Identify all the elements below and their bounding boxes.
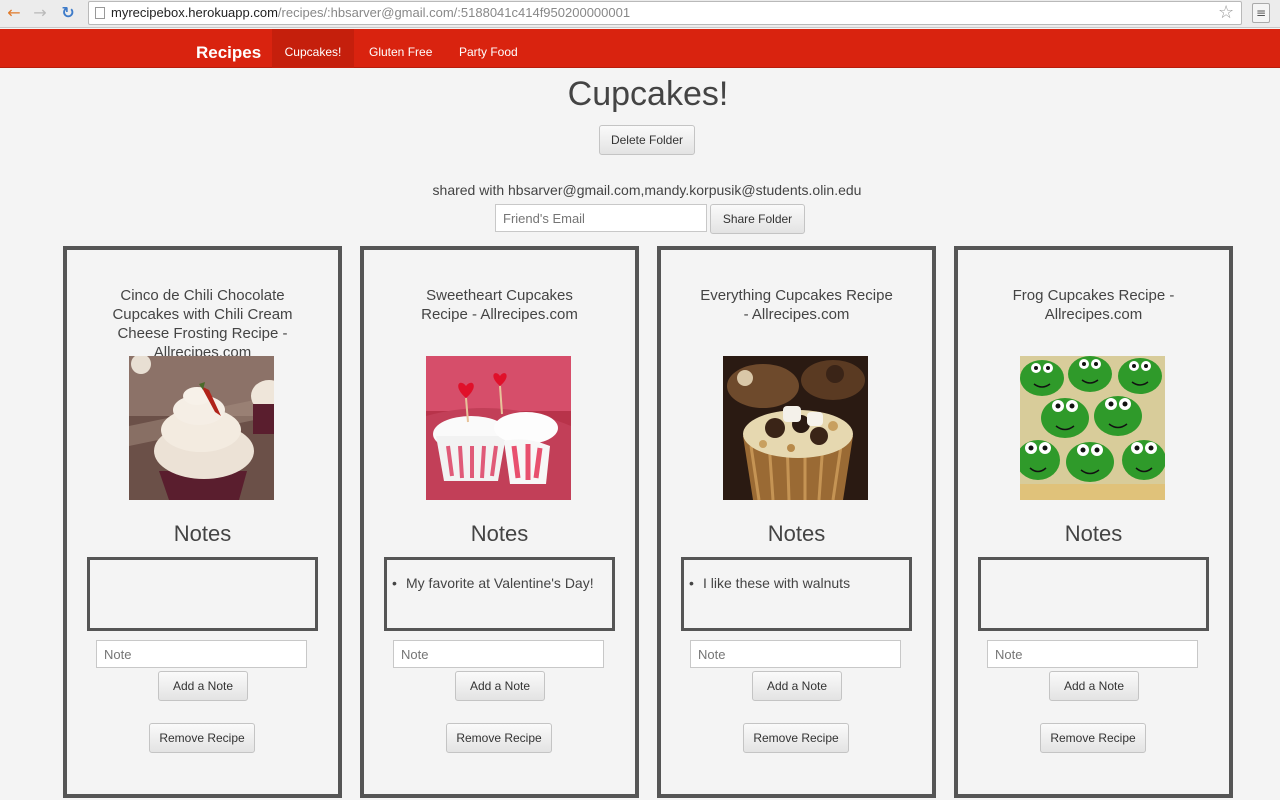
delete-folder-button[interactable]: Delete Folder <box>599 125 695 155</box>
recipe-card: Frog Cupcakes Recipe - Allrecipes.com No… <box>954 246 1233 798</box>
note-input[interactable] <box>690 640 901 668</box>
bullet-icon: • <box>392 575 397 591</box>
page-title: Cupcakes! <box>567 75 729 113</box>
friend-email-input[interactable] <box>495 204 707 232</box>
add-note-button[interactable]: Add a Note <box>158 671 248 701</box>
add-note-button[interactable]: Add a Note <box>1049 671 1139 701</box>
recipe-title[interactable]: Frog Cupcakes Recipe - Allrecipes.com <box>958 286 1229 324</box>
notes-heading: Notes <box>470 521 529 546</box>
recipe-title[interactable]: Everything Cupcakes Recipe - Allrecipes.… <box>661 286 932 324</box>
note-item: • My favorite at Valentine's Day! <box>392 572 607 595</box>
nav-item-gluten-free[interactable]: Gluten Free <box>369 29 432 68</box>
url-path: /recipes/:hbsarver@gmail.com/:5188041c41… <box>277 5 631 20</box>
remove-recipe-button[interactable]: Remove Recipe <box>149 723 255 753</box>
notes-heading: Notes <box>1064 521 1123 546</box>
recipe-card: Cinco de Chili Chocolate Cupcakes with C… <box>63 246 342 798</box>
note-input[interactable] <box>96 640 307 668</box>
back-arrow-icon[interactable]: ← <box>4 3 24 23</box>
note-text: I like these with walnuts <box>703 575 851 591</box>
bullet-icon: • <box>689 575 694 591</box>
bookmark-star-icon[interactable]: ☆ <box>1218 2 1234 23</box>
notes-heading: Notes <box>173 521 232 546</box>
recipe-title[interactable]: Sweetheart Cupcakes Recipe - Allrecipes.… <box>364 286 635 324</box>
add-note-button[interactable]: Add a Note <box>752 671 842 701</box>
notes-list: • I like these with walnuts <box>681 557 912 631</box>
recipe-card: Everything Cupcakes Recipe - Allrecipes.… <box>657 246 936 798</box>
notes-list <box>87 557 318 631</box>
browser-toolbar: ← → ↻ myrecipebox.herokuapp.com/recipes/… <box>0 0 1280 28</box>
recipe-card: Sweetheart Cupcakes Recipe - Allrecipes.… <box>360 246 639 798</box>
recipe-photo[interactable] <box>1020 356 1165 500</box>
brand-link[interactable]: Recipes <box>196 29 261 68</box>
shared-with-text: shared with hbsarver@gmail.com,mandy.kor… <box>432 182 862 198</box>
reload-icon[interactable]: ↻ <box>58 3 78 23</box>
notes-list <box>978 557 1209 631</box>
page-icon <box>95 7 105 19</box>
recipe-photo[interactable] <box>426 356 571 500</box>
recipe-photo[interactable] <box>723 356 868 500</box>
note-item: • I like these with walnuts <box>689 572 904 595</box>
note-text: My favorite at Valentine's Day! <box>406 575 594 591</box>
nav-item-party-food[interactable]: Party Food <box>459 29 518 68</box>
address-bar[interactable]: myrecipebox.herokuapp.com/recipes/:hbsar… <box>88 1 1242 25</box>
recipe-photo[interactable] <box>129 356 274 500</box>
top-navbar: Recipes Cupcakes! Gluten Free Party Food <box>0 29 1280 68</box>
forward-arrow-icon[interactable]: → <box>30 3 50 23</box>
notes-heading: Notes <box>767 521 826 546</box>
recipe-title[interactable]: Cinco de Chili Chocolate Cupcakes with C… <box>67 286 338 362</box>
remove-recipe-button[interactable]: Remove Recipe <box>1040 723 1146 753</box>
wrench-menu-icon[interactable]: ≡ <box>1252 3 1270 23</box>
note-input[interactable] <box>393 640 604 668</box>
note-input[interactable] <box>987 640 1198 668</box>
share-folder-button[interactable]: Share Folder <box>710 204 805 234</box>
remove-recipe-button[interactable]: Remove Recipe <box>446 723 552 753</box>
nav-item-cupcakes[interactable]: Cupcakes! <box>272 29 354 68</box>
add-note-button[interactable]: Add a Note <box>455 671 545 701</box>
notes-list: • My favorite at Valentine's Day! <box>384 557 615 631</box>
remove-recipe-button[interactable]: Remove Recipe <box>743 723 849 753</box>
url-host: myrecipebox.herokuapp.com <box>111 5 278 20</box>
